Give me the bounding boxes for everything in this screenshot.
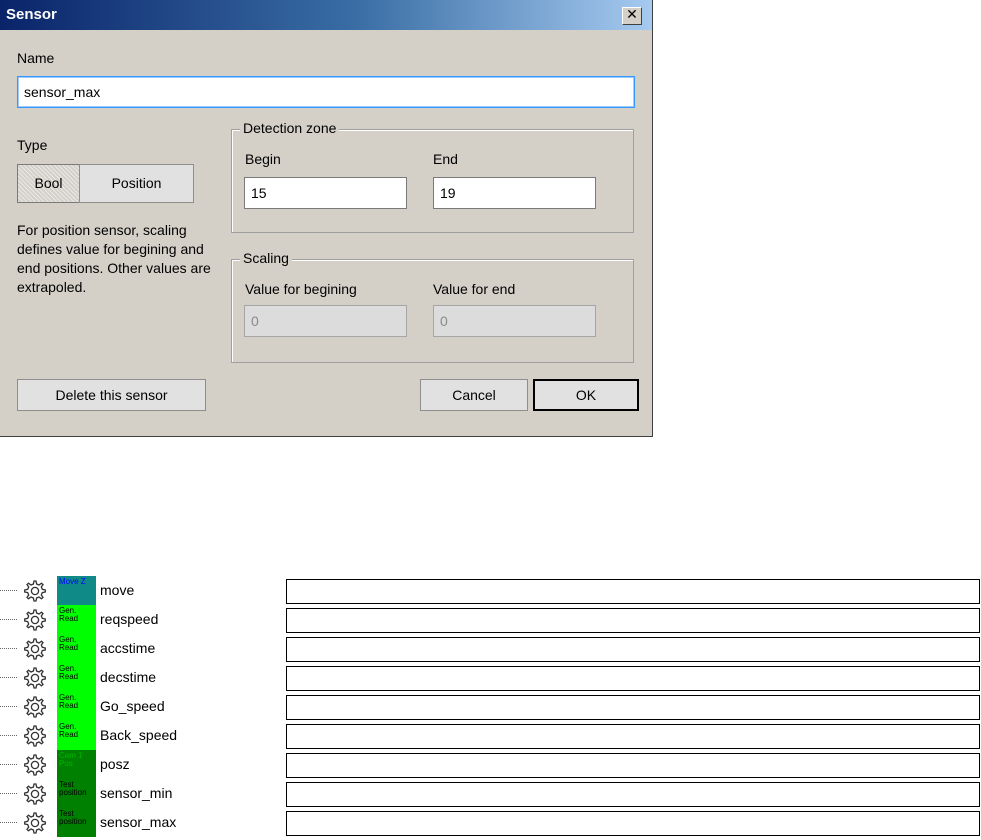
item-value-box[interactable] [286, 695, 980, 720]
item-value-box[interactable] [286, 608, 980, 633]
type-bool-button[interactable]: Bool [17, 164, 80, 203]
scaling-end-input[interactable]: 0 [433, 305, 596, 337]
type-description: For position sensor, scaling defines val… [17, 222, 211, 295]
connector-line [0, 793, 17, 794]
item-name: posz [100, 756, 130, 772]
close-icon: ✕ [626, 7, 638, 23]
end-input[interactable]: 19 [433, 177, 596, 209]
connector-line [0, 822, 17, 823]
list-item[interactable]: Gen. Read accstime [0, 634, 981, 663]
gear-icon[interactable] [16, 695, 52, 719]
connector-line [0, 735, 17, 736]
block-tag: Gen. Read [57, 692, 96, 721]
item-value-box[interactable] [286, 753, 980, 778]
ok-button[interactable]: OK [533, 379, 639, 411]
sensor-dialog: Sensor ✕ Name sensor_max Type Bool Posit… [0, 0, 653, 437]
list-item[interactable]: Test position sensor_max [0, 808, 981, 837]
delete-sensor-button[interactable]: Delete this sensor [17, 379, 206, 411]
type-position-button[interactable]: Position [79, 164, 194, 203]
close-button[interactable]: ✕ [622, 7, 642, 25]
type-label: Type [17, 137, 48, 153]
item-name: decstime [100, 669, 157, 685]
block-tag: Gen. Read [57, 605, 96, 634]
item-name: sensor_max [100, 814, 177, 830]
connector-line [0, 764, 17, 765]
scaling-begin-label: Value for begining [245, 281, 357, 297]
gear-icon[interactable] [16, 782, 52, 806]
scaling-end-label: Value for end [433, 281, 516, 297]
begin-input[interactable]: 15 [244, 177, 407, 209]
item-name: accstime [100, 640, 156, 656]
item-value-box[interactable] [286, 782, 980, 807]
item-name: move [100, 582, 135, 598]
connector-line [0, 706, 17, 707]
gear-icon[interactable] [16, 608, 52, 632]
gear-icon[interactable] [16, 637, 52, 661]
list-item[interactable]: Move Zmove [0, 576, 981, 605]
begin-label: Begin [245, 151, 281, 167]
connector-line [0, 677, 17, 678]
item-name: Back_speed [100, 727, 178, 743]
detection-zone-legend: Detection zone [240, 120, 340, 136]
cancel-button[interactable]: Cancel [420, 379, 528, 411]
item-name: Go_speed [100, 698, 165, 714]
item-name: sensor_min [100, 785, 173, 801]
connector-line [0, 590, 17, 591]
item-value-box[interactable] [286, 811, 980, 836]
item-name: reqspeed [100, 611, 159, 627]
dialog-title: Sensor [6, 6, 57, 23]
list-item[interactable]: Gen. Read Back_speed [0, 721, 981, 750]
block-tag: Gen. Read [57, 634, 96, 663]
item-value-box[interactable] [286, 666, 980, 691]
name-label: Name [17, 50, 55, 66]
end-label: End [433, 151, 458, 167]
gear-icon[interactable] [16, 666, 52, 690]
list-item[interactable]: Cam 1 Pos posz [0, 750, 981, 779]
block-tag: Move Z [57, 576, 96, 605]
name-input[interactable]: sensor_max [17, 76, 635, 108]
connector-line [0, 619, 17, 620]
list-item[interactable]: Gen. Read Go_speed [0, 692, 981, 721]
item-value-box[interactable] [286, 724, 980, 749]
gear-icon[interactable] [16, 811, 52, 835]
connector-line [0, 648, 17, 649]
gear-icon[interactable] [16, 753, 52, 777]
list-item[interactable]: Test position sensor_min [0, 779, 981, 808]
item-value-box[interactable] [286, 579, 980, 604]
scaling-begin-input[interactable]: 0 [244, 305, 407, 337]
gear-icon[interactable] [16, 579, 52, 603]
block-tag: Test position [57, 779, 96, 808]
block-tag: Gen. Read [57, 663, 96, 692]
list-item[interactable]: Gen. Read decstime [0, 663, 981, 692]
gear-icon[interactable] [16, 724, 52, 748]
list-item[interactable]: Gen. Read reqspeed [0, 605, 981, 634]
title-bar[interactable]: Sensor ✕ [0, 0, 652, 30]
scaling-legend: Scaling [240, 250, 292, 266]
block-tag: Test position [57, 808, 96, 837]
block-tag: Cam 1 Pos [57, 750, 96, 779]
item-value-box[interactable] [286, 637, 980, 662]
block-tag: Gen. Read [57, 721, 96, 750]
